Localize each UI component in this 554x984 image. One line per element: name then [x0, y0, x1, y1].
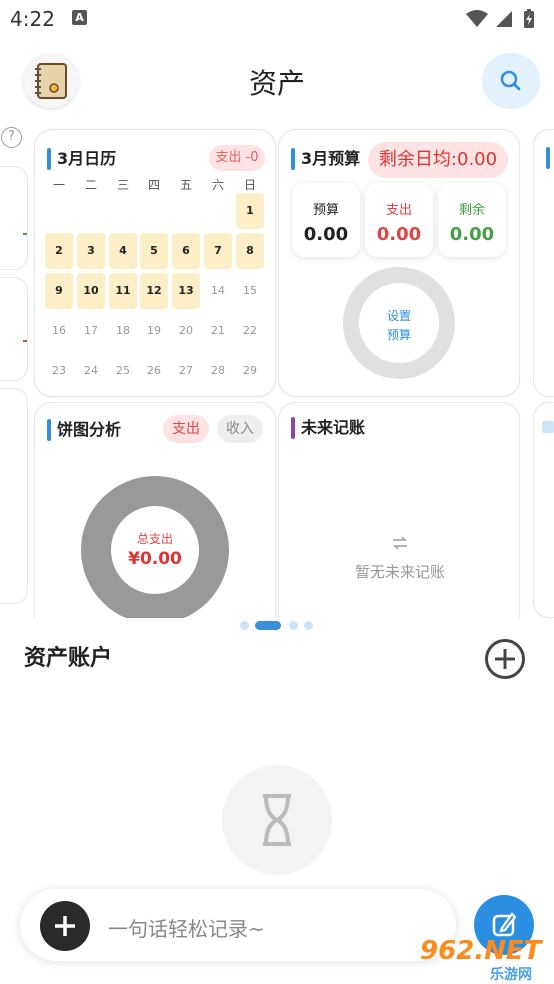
- calendar-title: 3月日历: [47, 148, 116, 170]
- daily-remaining-badge: 剩余日均:0.00: [368, 142, 508, 178]
- budget-ring[interactable]: 设置 预算: [343, 267, 455, 379]
- next-card-2: [533, 402, 554, 618]
- calendar-day[interactable]: 16: [45, 313, 73, 349]
- prev-card-3: [0, 388, 28, 604]
- next-card-1: [533, 129, 554, 397]
- ring-line2: 预算: [386, 328, 411, 342]
- weekday-label: 三: [116, 178, 129, 192]
- repeat-icon: [392, 536, 408, 550]
- pie-title: 饼图分析: [47, 419, 121, 441]
- calendar-day[interactable]: 25: [109, 353, 137, 389]
- calendar-day[interactable]: 5: [140, 233, 168, 269]
- budget-box: 剩余 0.00: [438, 183, 506, 257]
- prev-card-2: [0, 277, 28, 381]
- calendar-day[interactable]: 19: [140, 313, 168, 349]
- page-dot[interactable]: [304, 621, 313, 630]
- calendar-day[interactable]: 6: [172, 233, 200, 269]
- watermark-text: 962.NET: [420, 936, 542, 966]
- budget-box-label: 支出: [385, 203, 412, 218]
- help-icon[interactable]: ?: [1, 127, 22, 148]
- calendar-day[interactable]: 18: [109, 313, 137, 349]
- add-record-button[interactable]: [40, 901, 90, 951]
- calendar-day[interactable]: 28: [204, 353, 232, 389]
- calendar-day[interactable]: 14: [204, 273, 232, 309]
- page-dot[interactable]: [289, 621, 298, 630]
- calendar-day[interactable]: 26: [140, 353, 168, 389]
- calendar-day[interactable]: 12: [140, 273, 168, 309]
- search-icon: [500, 70, 521, 91]
- calendar-day[interactable]: 23: [45, 353, 73, 389]
- status-bar: 4:22 A: [0, 0, 554, 38]
- hourglass-icon: [263, 794, 291, 846]
- assets-title: 资产账户: [24, 646, 113, 671]
- pie-ring: 总支出 ¥0.00: [81, 476, 229, 624]
- ring-line1: 设置: [386, 309, 411, 323]
- calendar-day[interactable]: 21: [204, 313, 232, 349]
- future-card[interactable]: 未来记账 暂无未来记账: [278, 402, 520, 634]
- weekday-label: 四: [147, 178, 160, 192]
- calendar-weekdays: 一二三四五六日: [44, 176, 268, 194]
- future-title: 未来记账: [291, 417, 365, 439]
- prev-card-1: [0, 166, 28, 270]
- budget-box-label: 预算: [312, 203, 339, 218]
- weekday-label: 一: [52, 178, 65, 192]
- weekday-label: 六: [211, 178, 224, 192]
- budget-box: 预算 0.00: [292, 183, 360, 257]
- tab-income[interactable]: 收入: [217, 415, 263, 443]
- page-indicator: [0, 621, 554, 631]
- search-button[interactable]: [482, 53, 540, 109]
- calendar-day[interactable]: 2: [45, 233, 73, 269]
- weekday-label: 二: [84, 178, 97, 192]
- calendar-day[interactable]: 3: [77, 233, 105, 269]
- calendar-day[interactable]: 9: [45, 273, 73, 309]
- future-empty-text: 暂无未来记账: [354, 563, 445, 581]
- weekday-label: 五: [179, 178, 192, 192]
- battery-icon: [524, 9, 534, 28]
- calendar-day[interactable]: 11: [109, 273, 137, 309]
- add-account-icon[interactable]: [484, 638, 526, 680]
- calendar-day[interactable]: 17: [77, 313, 105, 349]
- loading-indicator: [222, 765, 332, 875]
- notification-icon: A: [72, 10, 87, 25]
- status-time: 4:22: [10, 7, 55, 31]
- budget-box-value: 0.00: [303, 224, 349, 245]
- pie-center-label: 总支出: [136, 532, 173, 546]
- calendar-day[interactable]: 8: [236, 233, 264, 269]
- budget-box-value: 0.00: [449, 224, 495, 245]
- calendar-day[interactable]: 20: [172, 313, 200, 349]
- calendar-day[interactable]: 15: [236, 273, 264, 309]
- calendar-day[interactable]: 24: [77, 353, 105, 389]
- status-icons: [466, 9, 534, 28]
- calendar-day[interactable]: 13: [172, 273, 200, 309]
- weekday-label: 日: [243, 178, 256, 192]
- page-title: 资产: [248, 67, 305, 100]
- calendar-day[interactable]: 27: [172, 353, 200, 389]
- calendar-spend-badge: 支出 -0: [209, 145, 265, 171]
- budget-box: 支出 0.00: [365, 183, 433, 257]
- signal-icon: [496, 11, 512, 27]
- budget-title: 3月预算: [291, 148, 360, 170]
- budget-box-value: 0.00: [376, 224, 422, 245]
- pie-center-value: ¥0.00: [128, 549, 182, 569]
- quick-record-input[interactable]: 一句话轻松记录~: [108, 913, 265, 942]
- calendar-day[interactable]: 22: [236, 313, 264, 349]
- budget-box-label: 剩余: [458, 203, 485, 218]
- wifi-icon: [466, 10, 488, 27]
- page-dot[interactable]: [240, 621, 249, 630]
- watermark-logo: 962.NET 乐游网: [416, 936, 550, 983]
- plus-icon: [55, 916, 75, 936]
- tab-expense[interactable]: 支出: [163, 415, 209, 443]
- calendar-day[interactable]: 7: [204, 233, 232, 269]
- quick-record-bar[interactable]: 一句话轻松记录~: [20, 889, 456, 961]
- calendar-day[interactable]: 4: [109, 233, 137, 269]
- watermark-sub: 乐游网: [490, 967, 532, 983]
- page-dot-active[interactable]: [255, 621, 281, 630]
- calendar-day[interactable]: 1: [236, 193, 264, 229]
- calendar-day[interactable]: 10: [77, 273, 105, 309]
- app-bar: 资产: [0, 48, 554, 118]
- calendar-day[interactable]: 29: [236, 353, 264, 389]
